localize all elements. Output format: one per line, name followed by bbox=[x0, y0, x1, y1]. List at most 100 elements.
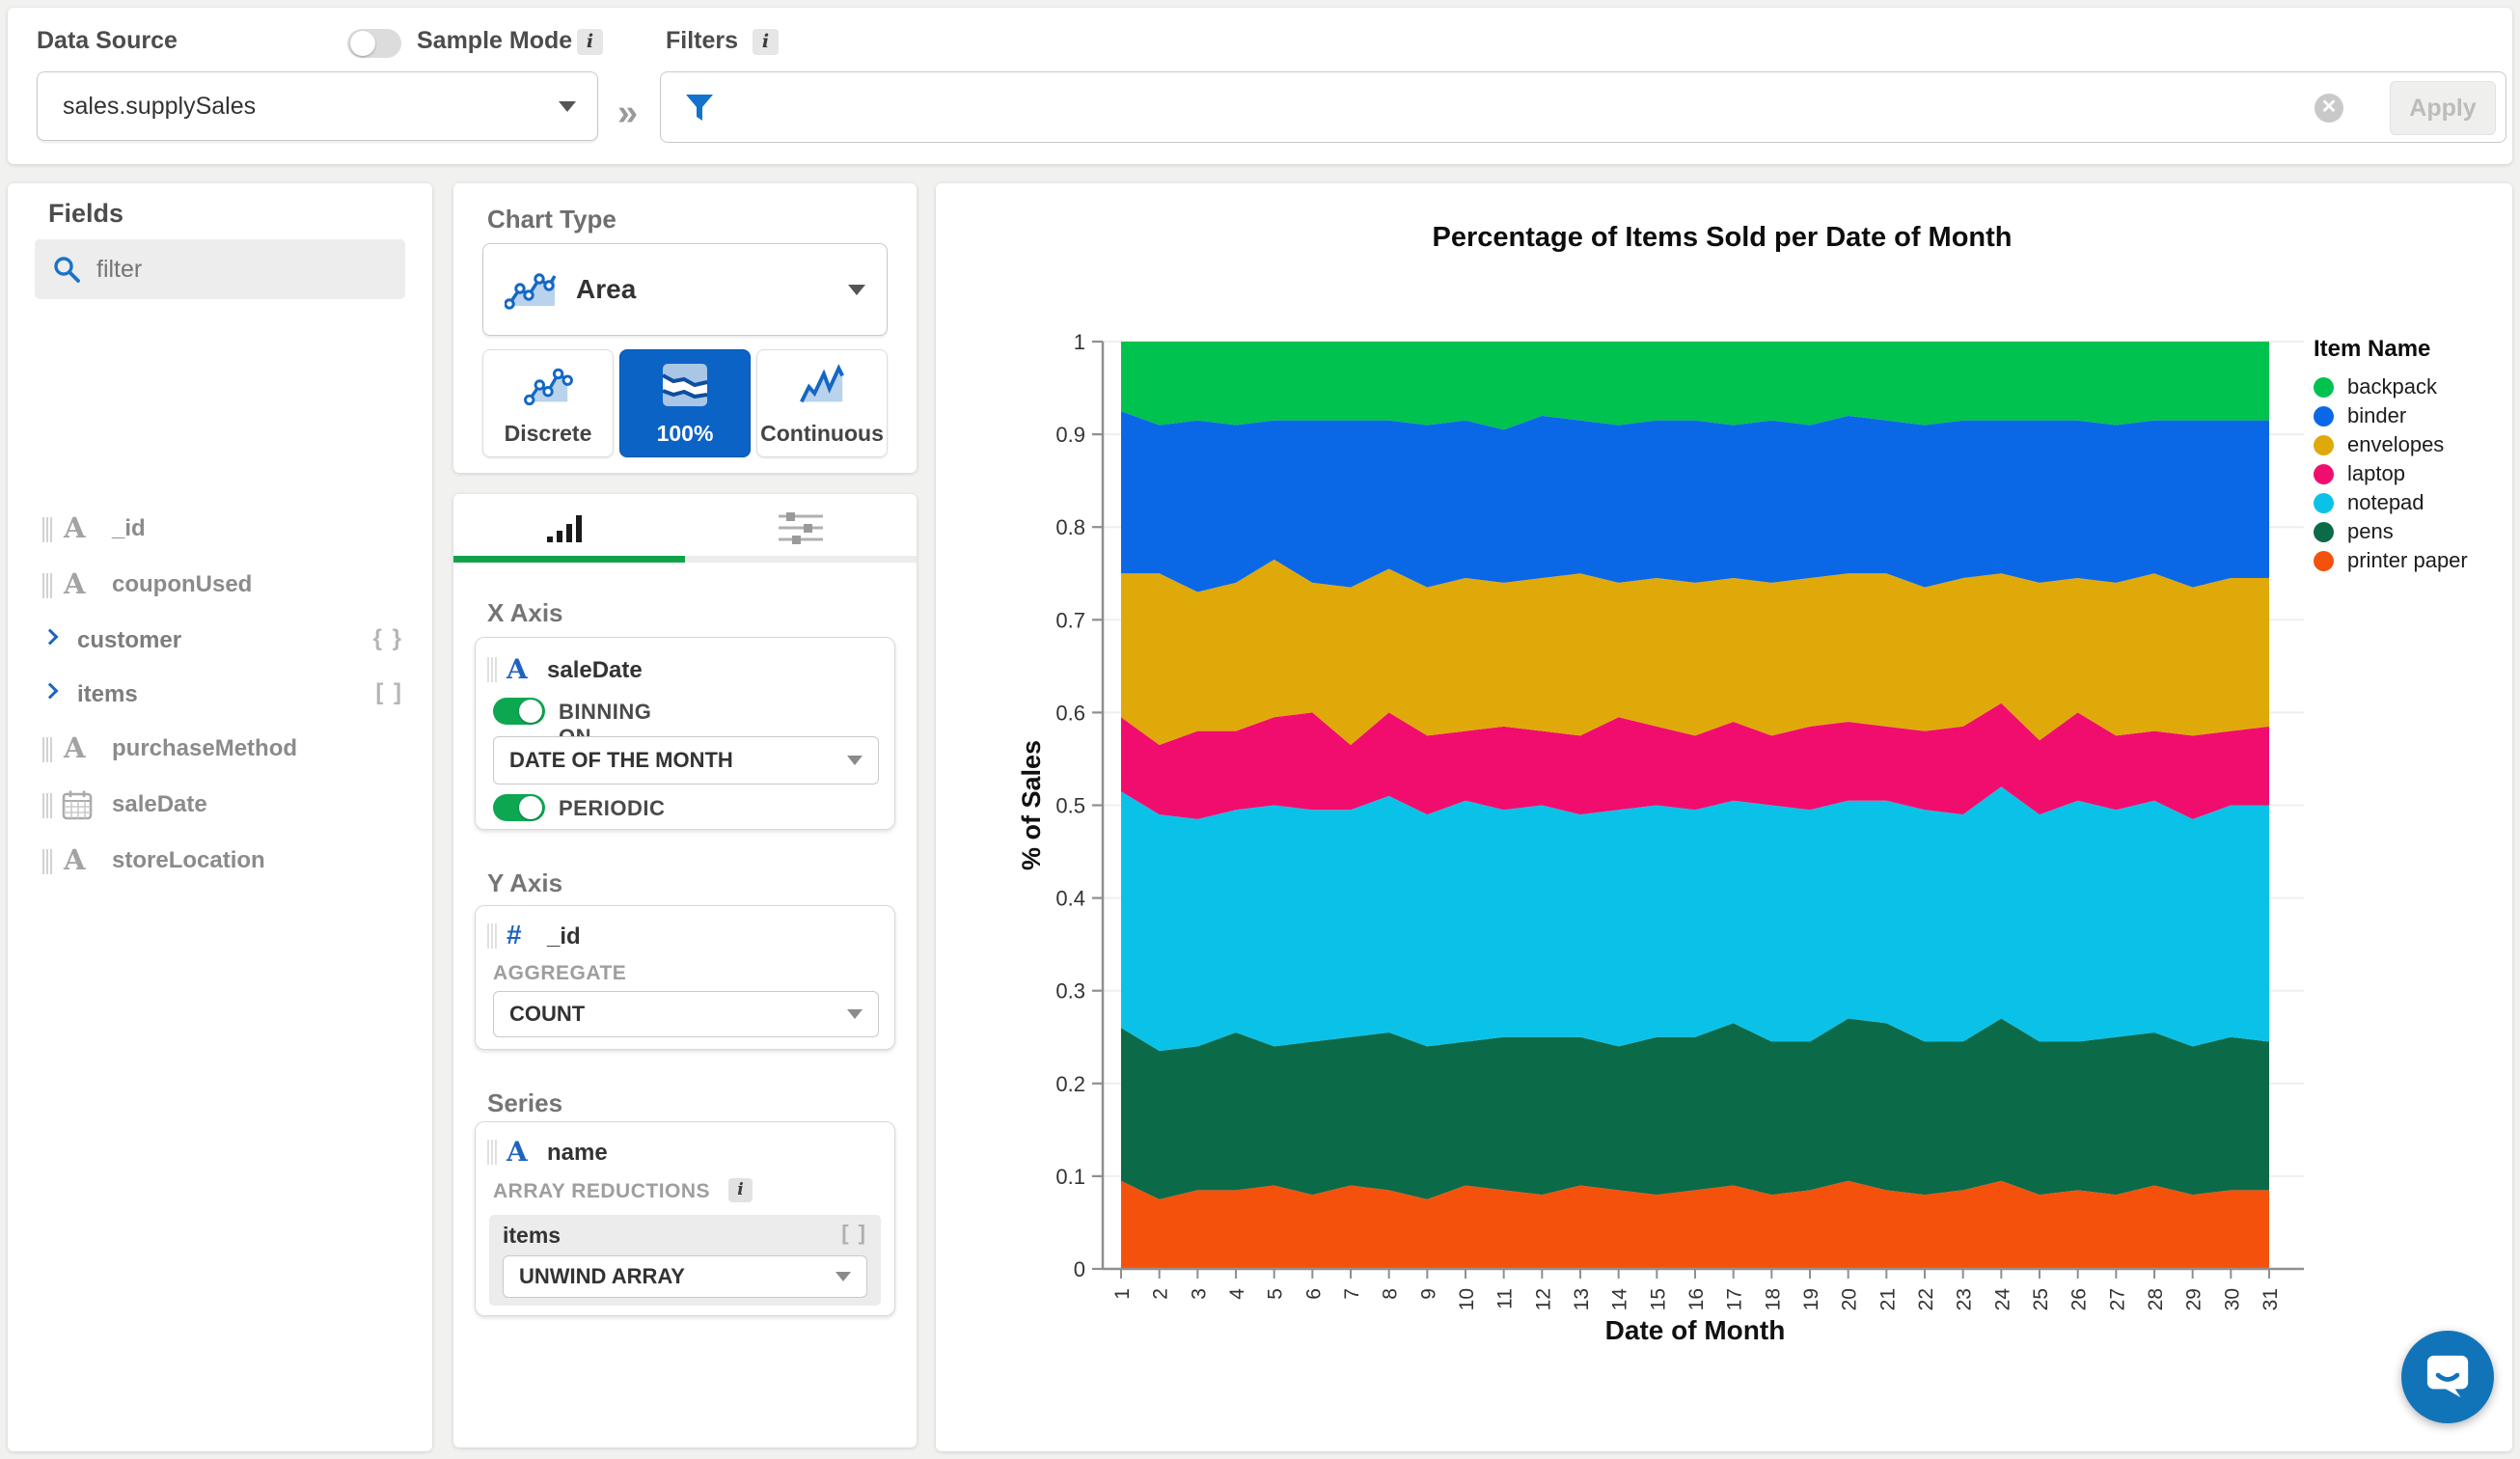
area-series-notepad bbox=[1121, 786, 2269, 1051]
area-series-printer-paper bbox=[1121, 1181, 2269, 1269]
field-row-customer[interactable]: customer { } bbox=[8, 619, 432, 664]
y-tick-label: 0.5 bbox=[1055, 794, 1085, 818]
binning-toggle[interactable] bbox=[493, 698, 545, 725]
area-chart-icon bbox=[505, 269, 559, 312]
filter-bar: ✕ Apply bbox=[660, 71, 2506, 143]
field-filter-input[interactable] bbox=[96, 245, 386, 293]
field-row-items[interactable]: items [ ] bbox=[8, 674, 432, 718]
field-label: items bbox=[77, 681, 138, 708]
x-tick-label: 17 bbox=[1724, 1288, 1746, 1310]
field-row-purchasemethod[interactable]: A purchaseMethod bbox=[8, 728, 432, 772]
array-reductions-label: ARRAY REDUCTIONS bbox=[493, 1180, 710, 1203]
variant-label: Discrete bbox=[483, 421, 613, 447]
reduction-select[interactable]: UNWIND ARRAY bbox=[503, 1255, 867, 1298]
variant-100-button[interactable]: 100% bbox=[619, 349, 751, 457]
legend-swatch-icon bbox=[2314, 464, 2334, 484]
calendar-icon bbox=[62, 789, 93, 820]
bin-unit-select[interactable]: DATE OF THE MONTH bbox=[493, 736, 879, 785]
x-axis-field-name: saleDate bbox=[547, 657, 643, 684]
toggle-knob bbox=[519, 700, 542, 723]
array-type-icon: [ ] bbox=[841, 1221, 867, 1246]
sample-mode-info-icon[interactable]: i bbox=[577, 29, 603, 55]
legend-swatch-icon bbox=[2314, 493, 2334, 513]
x-tick-label: 28 bbox=[2145, 1288, 2167, 1310]
field-row-couponused[interactable]: A couponUsed bbox=[8, 564, 432, 608]
collapse-icon[interactable]: » bbox=[617, 93, 638, 134]
legend-item: envelopes bbox=[2314, 430, 2506, 459]
field-row-saledate[interactable]: saleDate bbox=[8, 784, 432, 828]
chevron-down-icon bbox=[848, 285, 865, 295]
y-tick-label: 0.2 bbox=[1055, 1072, 1085, 1096]
legend-label: backpack bbox=[2347, 374, 2437, 399]
sample-mode-toggle[interactable] bbox=[347, 29, 401, 58]
x-tick-label: 3 bbox=[1188, 1288, 1210, 1300]
chart-type-value: Area bbox=[576, 274, 636, 305]
y-tick-label: 0.8 bbox=[1055, 515, 1085, 539]
y-tick-label: 0.6 bbox=[1055, 701, 1085, 725]
filter-query-input[interactable] bbox=[728, 76, 2291, 138]
chat-bubble-icon bbox=[2424, 1354, 2471, 1400]
area-series-backpack bbox=[1121, 342, 2269, 429]
fields-panel-title: Fields bbox=[48, 199, 123, 229]
y-axis-section-title: Y Axis bbox=[487, 868, 562, 898]
drag-handle-icon bbox=[42, 849, 52, 874]
tab-encode[interactable] bbox=[453, 494, 685, 556]
aggregate-value: COUNT bbox=[509, 1002, 585, 1027]
variant-discrete-button[interactable]: Discrete bbox=[482, 349, 614, 457]
filters-label: Filters bbox=[666, 27, 738, 55]
tab-customize[interactable] bbox=[685, 494, 917, 556]
chevron-right-icon bbox=[42, 629, 59, 646]
chevron-down-icon bbox=[847, 1009, 863, 1019]
legend-label: envelopes bbox=[2347, 432, 2444, 457]
encoding-panel: X Axis A saleDate BINNING ON DATE OF THE… bbox=[453, 494, 917, 1447]
x-tick-label: 24 bbox=[1991, 1288, 2013, 1311]
chat-widget-button[interactable] bbox=[2401, 1331, 2494, 1423]
array-reductions-info-icon[interactable]: i bbox=[728, 1178, 753, 1202]
variant-label: 100% bbox=[620, 421, 750, 447]
x-tick-label: 21 bbox=[1876, 1288, 1899, 1310]
legend-item: notepad bbox=[2314, 488, 2506, 517]
reduction-value: UNWIND ARRAY bbox=[519, 1264, 685, 1289]
periodic-toggle[interactable] bbox=[493, 794, 545, 821]
data-source-value: sales.supplySales bbox=[63, 93, 256, 121]
chevron-right-icon bbox=[42, 683, 59, 700]
chart-type-select[interactable]: Area bbox=[482, 243, 888, 336]
x-tick-label: 23 bbox=[1954, 1288, 1976, 1310]
clear-filter-icon[interactable]: ✕ bbox=[2315, 94, 2343, 123]
x-tick-label: 11 bbox=[1494, 1288, 1517, 1309]
legend-swatch-icon bbox=[2314, 522, 2334, 542]
data-source-select[interactable]: sales.supplySales bbox=[37, 71, 598, 141]
x-tick-label: 16 bbox=[1685, 1288, 1708, 1310]
field-label: saleDate bbox=[112, 791, 207, 818]
chart-preview-panel: Percentage of Items Sold per Date of Mon… bbox=[936, 183, 2512, 1451]
legend-label: pens bbox=[2347, 519, 2394, 544]
y-tick-label: 0.9 bbox=[1055, 423, 1085, 447]
aggregate-select[interactable]: COUNT bbox=[493, 991, 879, 1037]
field-row-storelocation[interactable]: A storeLocation bbox=[8, 840, 432, 884]
string-type-icon: A bbox=[64, 567, 86, 600]
series-field-name: name bbox=[547, 1140, 608, 1167]
legend-item: laptop bbox=[2314, 459, 2506, 488]
drag-handle-icon bbox=[42, 737, 52, 762]
x-tick-label: 10 bbox=[1456, 1288, 1478, 1310]
legend-title: Item Name bbox=[2314, 336, 2506, 363]
field-label: _id bbox=[112, 515, 146, 542]
toggle-knob bbox=[519, 796, 542, 819]
x-tick-label: 20 bbox=[1839, 1288, 1861, 1310]
series-section-title: Series bbox=[487, 1088, 562, 1118]
field-label: purchaseMethod bbox=[112, 735, 297, 762]
string-type-icon: A bbox=[64, 731, 86, 764]
y-axis-field-name: _id bbox=[547, 923, 581, 950]
legend-items: backpackbinderenvelopeslaptopnotepadpens… bbox=[2314, 372, 2506, 575]
x-axis-section-title: X Axis bbox=[487, 598, 563, 628]
field-row-id[interactable]: A _id bbox=[8, 508, 432, 552]
filters-info-icon[interactable]: i bbox=[753, 29, 779, 55]
sample-mode-label: Sample Mode bbox=[417, 27, 572, 55]
apply-button[interactable]: Apply bbox=[2390, 81, 2496, 135]
variant-continuous-button[interactable]: Continuous bbox=[756, 349, 888, 457]
legend-label: printer paper bbox=[2347, 548, 2468, 573]
continuous-line-icon bbox=[796, 362, 848, 408]
bin-unit-value: DATE OF THE MONTH bbox=[509, 748, 733, 773]
sliders-icon bbox=[779, 511, 823, 544]
x-tick-label: 18 bbox=[1762, 1288, 1784, 1310]
